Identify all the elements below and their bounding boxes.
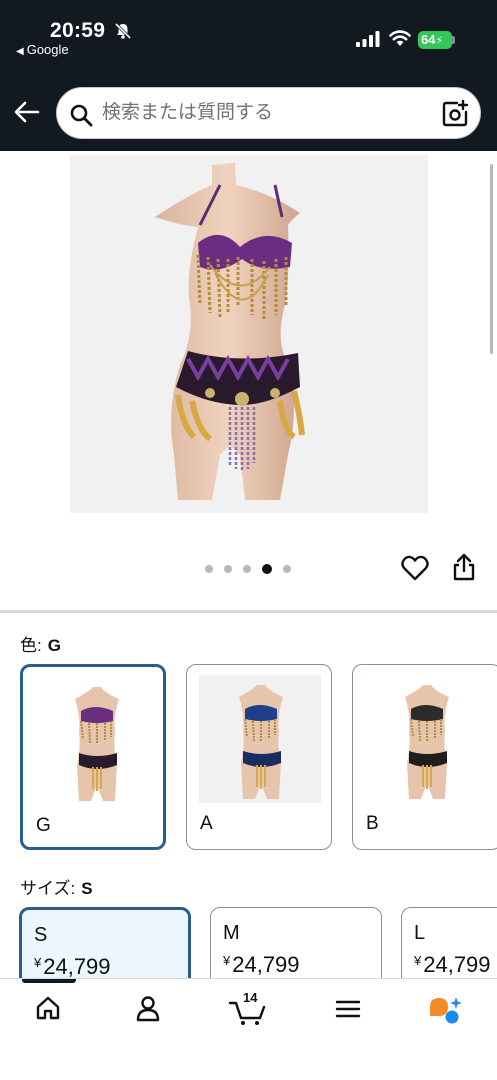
search-bar[interactable]	[56, 87, 481, 139]
battery-indicator: 64⚡	[418, 31, 452, 49]
color-label-row: 色: G	[20, 631, 61, 656]
cellular-signal-icon	[356, 31, 380, 52]
color-option-label: B	[366, 813, 379, 834]
size-option-price: ¥24,799	[34, 954, 111, 980]
color-option-g[interactable]: G	[20, 664, 166, 850]
image-carousel-dots	[205, 564, 291, 574]
menu-icon[interactable]	[335, 999, 361, 1024]
bottom-tab-bar: 14	[0, 978, 497, 1080]
color-g-thumbnail	[35, 677, 157, 805]
carousel-dot[interactable]	[205, 565, 213, 573]
carousel-dot-active[interactable]	[262, 564, 272, 574]
back-to-app-link[interactable]: ◀ Google	[16, 42, 69, 57]
size-option-price: ¥24,799	[223, 952, 300, 978]
cart-count-badge: 14	[243, 990, 258, 1005]
clock: 20:59	[50, 19, 106, 42]
status-bar: 20:59 ◀ Google 64⚡	[0, 0, 497, 68]
currency-symbol: ¥	[34, 955, 42, 970]
search-icon	[69, 103, 93, 132]
search-header	[0, 68, 497, 151]
product-image[interactable]	[70, 155, 428, 513]
active-tab-indicator	[22, 979, 76, 983]
price-value: 24,799	[423, 952, 491, 977]
back-triangle-icon: ◀	[16, 46, 24, 57]
size-option-label: S	[34, 924, 48, 946]
charging-bolt-icon: ⚡	[435, 35, 444, 47]
home-icon[interactable]	[35, 995, 61, 1026]
selected-size-value: S	[81, 879, 93, 898]
selected-color-value: G	[47, 636, 61, 655]
battery-level: 64	[421, 32, 436, 47]
camera-search-icon[interactable]	[441, 99, 469, 133]
size-option-m[interactable]: M ¥24,799	[210, 907, 382, 987]
battery-cap	[452, 36, 455, 44]
wifi-icon	[389, 29, 411, 52]
account-icon[interactable]	[135, 995, 161, 1028]
page-scrollbar[interactable]	[490, 164, 493, 354]
carousel-dot[interactable]	[243, 565, 251, 573]
section-divider	[0, 610, 497, 613]
share-icon[interactable]	[452, 553, 476, 586]
back-arrow-icon[interactable]	[14, 101, 40, 128]
price-value: 24,799	[43, 954, 111, 979]
search-input[interactable]	[102, 102, 422, 124]
color-label: 色:	[20, 636, 42, 655]
price-value: 24,799	[232, 952, 300, 977]
size-option-l[interactable]: L ¥24,799	[401, 907, 497, 987]
currency-symbol: ¥	[414, 953, 422, 968]
size-option-s[interactable]: S ¥24,799	[19, 907, 191, 987]
wishlist-heart-icon[interactable]	[401, 555, 429, 586]
back-app-label: Google	[26, 42, 69, 57]
rufus-assistant-icon[interactable]	[428, 995, 464, 1030]
size-label: サイズ:	[20, 879, 76, 898]
color-option-label: G	[36, 815, 51, 836]
carousel-dot[interactable]	[224, 565, 232, 573]
color-option-a[interactable]: A	[186, 664, 332, 850]
product-page: 20:59 ◀ Google 64⚡ 検索または質問する 色: G G A B …	[0, 0, 497, 1080]
size-label-row: サイズ: S	[20, 874, 93, 899]
silent-bell-icon	[114, 22, 132, 45]
color-b-thumbnail	[365, 675, 487, 803]
color-a-thumbnail	[199, 675, 321, 803]
size-option-label: M	[223, 922, 240, 944]
carousel-dot[interactable]	[283, 565, 291, 573]
color-option-b[interactable]: B	[352, 664, 497, 850]
size-option-price: ¥24,799	[414, 952, 491, 978]
color-option-label: A	[200, 813, 213, 834]
currency-symbol: ¥	[223, 953, 231, 968]
size-option-label: L	[414, 922, 426, 944]
